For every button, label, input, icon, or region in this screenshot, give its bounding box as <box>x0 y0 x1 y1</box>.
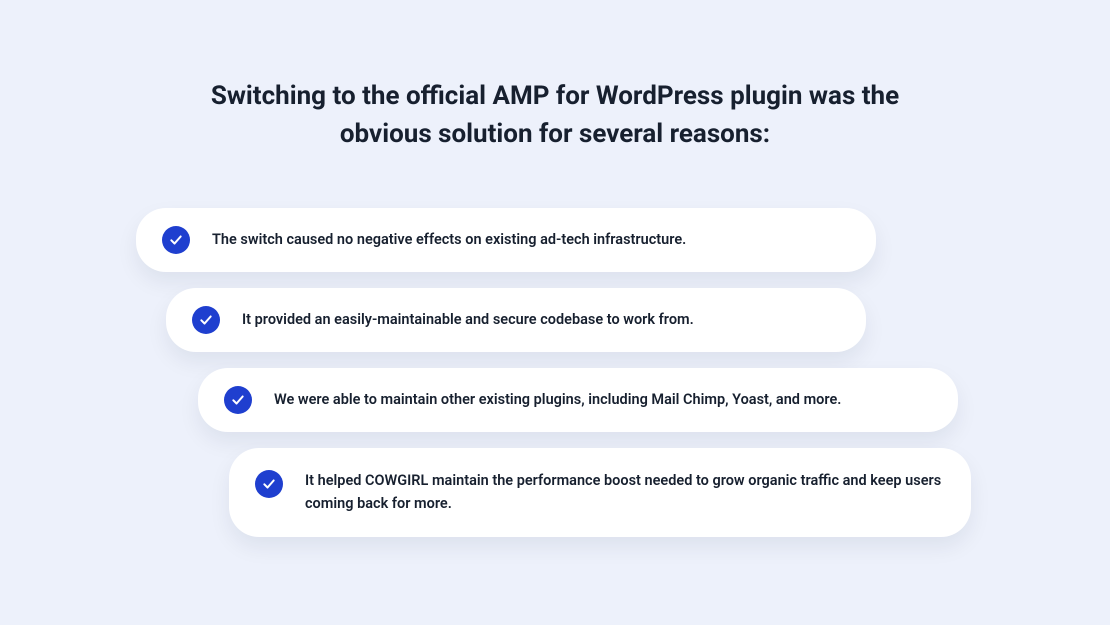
reason-text-2: It provided an easily-maintainable and s… <box>242 309 694 331</box>
reason-text-4: It helped COWGIRL maintain the performan… <box>305 470 945 515</box>
reason-card-1: The switch caused no negative effects on… <box>136 208 876 272</box>
main-heading: Switching to the official AMP for WordPr… <box>175 78 935 153</box>
reason-card-4: It helped COWGIRL maintain the performan… <box>229 448 971 537</box>
check-icon <box>192 306 220 334</box>
reason-text-3: We were able to maintain other existing … <box>274 389 841 411</box>
check-icon <box>162 226 190 254</box>
check-icon <box>255 470 283 498</box>
slide-container: Switching to the official AMP for WordPr… <box>0 0 1110 153</box>
reason-text-1: The switch caused no negative effects on… <box>212 229 686 251</box>
reason-card-3: We were able to maintain other existing … <box>198 368 958 432</box>
check-icon <box>224 386 252 414</box>
reason-card-2: It provided an easily-maintainable and s… <box>166 288 866 352</box>
